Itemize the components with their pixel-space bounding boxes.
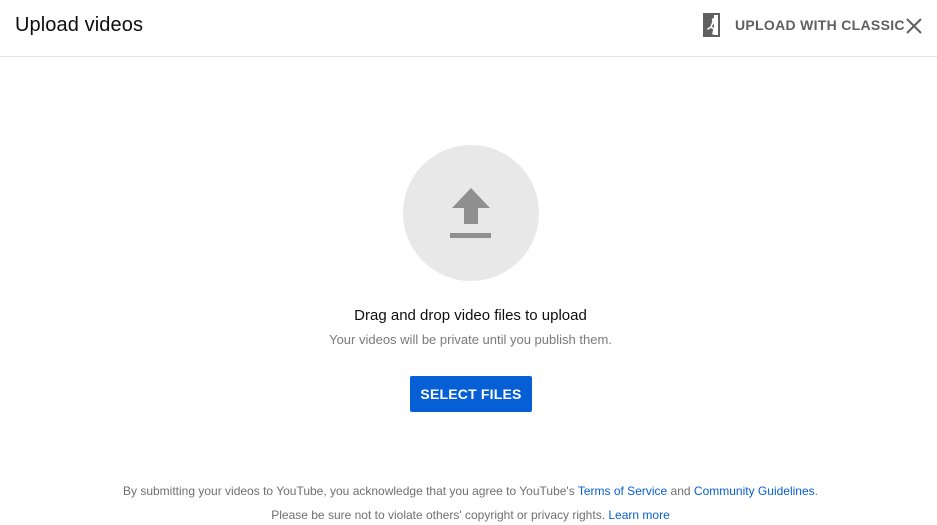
terms-of-service-link[interactable]: Terms of Service (578, 484, 667, 498)
upload-arrow-icon (450, 188, 491, 238)
terms-notice: By submitting your videos to YouTube, yo… (0, 484, 937, 498)
dialog-header: Upload videos UPLOAD WITH CLASSIC (0, 0, 937, 57)
copyright-notice: Please be sure not to violate others' co… (0, 508, 937, 522)
private-notice-text: Your videos will be private until you pu… (329, 332, 612, 347)
exit-door-icon (702, 12, 724, 38)
upload-with-classic-button[interactable]: UPLOAD WITH CLASSIC (700, 10, 905, 40)
close-button[interactable] (903, 15, 925, 37)
upload-dropzone-button[interactable] (403, 145, 539, 281)
upload-with-classic-label: UPLOAD WITH CLASSIC (735, 17, 905, 33)
copyright-notice-text: Please be sure not to violate others' co… (271, 508, 606, 522)
dialog-title: Upload videos (15, 14, 144, 36)
select-files-button[interactable]: SELECT FILES (410, 376, 532, 412)
terms-notice-and: and (670, 484, 691, 498)
drag-drop-text: Drag and drop video files to upload (354, 307, 587, 324)
close-icon (906, 18, 922, 34)
terms-notice-suffix: . (814, 484, 818, 498)
community-guidelines-link[interactable]: Community Guidelines (694, 484, 815, 498)
terms-notice-prefix: By submitting your videos to YouTube, yo… (123, 484, 575, 498)
upload-videos-dialog: Upload videos UPLOAD WITH CLASSIC Drag a… (0, 0, 937, 525)
learn-more-link[interactable]: Learn more (608, 508, 669, 522)
